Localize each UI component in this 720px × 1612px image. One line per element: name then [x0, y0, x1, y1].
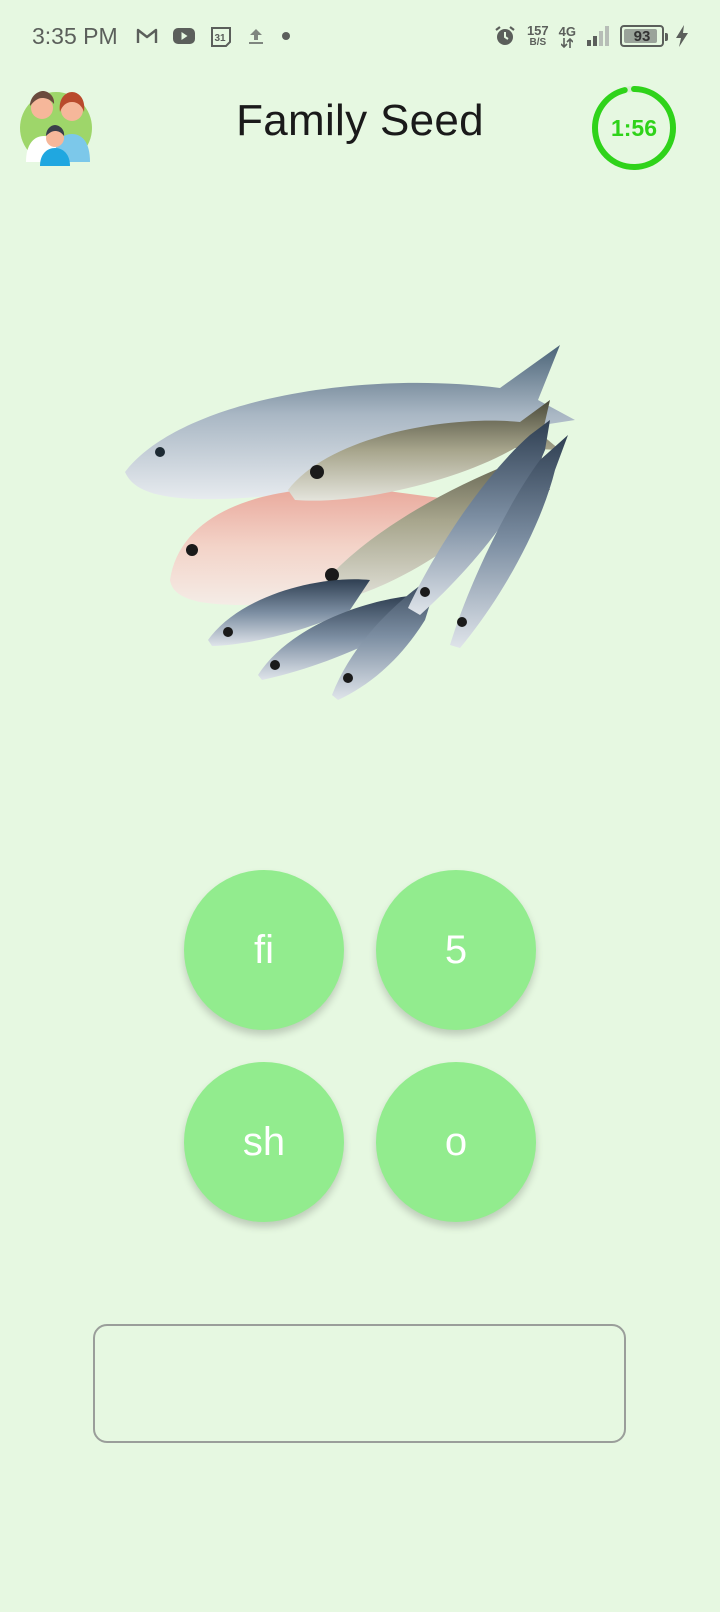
charging-icon [674, 24, 690, 48]
calendar-day: 31 [214, 33, 226, 44]
syllable-button-1[interactable]: fi [184, 870, 344, 1030]
status-time: 3:35 PM [32, 22, 118, 49]
app-screen: 3:35 PM 31 157 B/S 4G 93 Family Seed 1:5… [0, 0, 720, 1612]
status-right: 157 B/S 4G 93 [493, 24, 690, 48]
network-type: 4G [559, 25, 576, 48]
family-avatar-icon[interactable] [18, 86, 94, 166]
dot-icon [280, 30, 292, 42]
net-speed-value: 157 [526, 23, 549, 38]
battery-level: 93 [633, 27, 651, 45]
countdown-timer: 1:56 [590, 84, 678, 172]
answer-input[interactable] [93, 1324, 626, 1443]
syllable-button-3[interactable]: sh [184, 1062, 344, 1222]
youtube-icon [172, 27, 196, 45]
syllable-button-4[interactable]: o [376, 1062, 536, 1222]
net-speed-unit: B/S [529, 37, 547, 48]
alarm-icon [493, 24, 517, 48]
status-left: 3:35 PM 31 [32, 23, 292, 50]
gmail-icon [136, 27, 158, 45]
net-speed: 157 B/S [527, 24, 549, 48]
status-bar: 3:35 PM 31 157 B/S 4G 93 [0, 0, 720, 72]
network-label: 4G [558, 23, 576, 39]
upload-icon [246, 26, 266, 46]
battery-indicator: 93 [620, 25, 668, 47]
calendar-icon: 31 [210, 25, 232, 47]
page-title: Family Seed [236, 96, 484, 145]
fish-photo [120, 340, 600, 720]
signal-icon [586, 25, 610, 47]
timer-label: 1:56 [610, 114, 658, 141]
syllable-button-2[interactable]: 5 [376, 870, 536, 1030]
